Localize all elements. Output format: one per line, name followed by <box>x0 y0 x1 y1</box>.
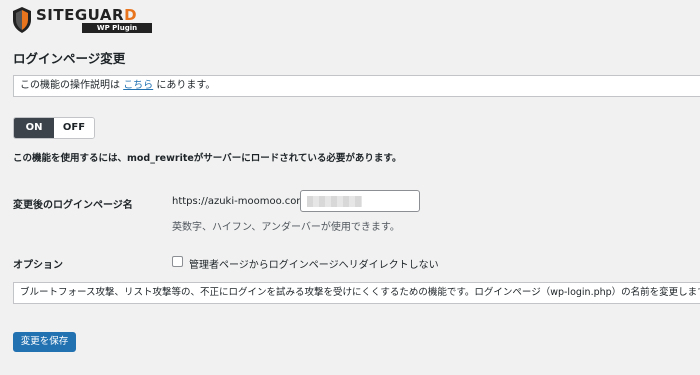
login-page-name-label: 変更後のログインページ名 <box>13 200 133 211</box>
disable-redirect-checkbox[interactable] <box>172 256 183 267</box>
siteguard-logo: SITEGUARD WP Plugin <box>12 6 152 36</box>
logo-subtitle: WP Plugin <box>82 23 152 33</box>
shield-logo-icon <box>13 7 31 33</box>
disable-redirect-label[interactable]: 管理者ページからログインページへリダイレクトしない <box>189 256 439 271</box>
logo-text: SITEGUARD <box>36 6 137 24</box>
login-slug-input[interactable] <box>300 190 420 212</box>
redacted-slug-value <box>307 196 362 207</box>
toggle-on-button[interactable]: ON <box>14 118 54 138</box>
page-title: ログインページ変更 <box>13 51 126 66</box>
feature-description: ブルートフォース攻撃、リスト攻撃等の、不正にログインを試みる攻撃を受けにくくする… <box>13 282 700 304</box>
help-link[interactable]: こちら <box>123 80 153 91</box>
help-notice: この機能の操作説明は こちら にあります。 <box>13 75 700 97</box>
feature-toggle: ON OFF <box>13 117 95 139</box>
logo-brand-main: SITEGUAR <box>36 6 125 24</box>
toggle-off-button[interactable]: OFF <box>54 118 94 138</box>
site-url-prefix: https://azuki-moomoo.com/ <box>172 196 310 207</box>
slug-hint: 英数字、ハイフン、アンダーバーが使用できます。 <box>172 222 400 233</box>
notice-suffix: にあります。 <box>156 80 216 91</box>
logo-brand-last: D <box>124 6 138 24</box>
option-label: オプション <box>13 260 63 271</box>
save-button[interactable]: 変更を保存 <box>13 332 76 352</box>
notice-prefix: この機能の操作説明は <box>20 80 120 91</box>
rewrite-requirement-note: この機能を使用するには、mod_rewriteがサーバーにロードされている必要が… <box>13 153 402 164</box>
